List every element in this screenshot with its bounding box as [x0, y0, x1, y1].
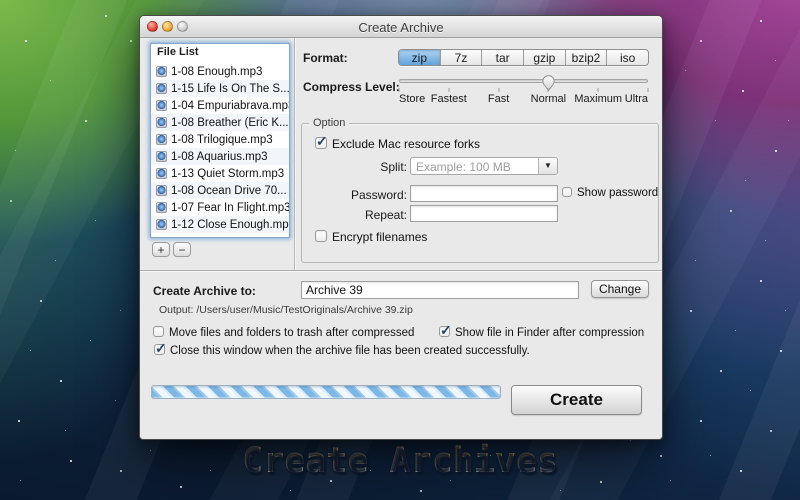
create-button[interactable]: Create	[511, 385, 642, 415]
file-name: 1-08 Aquarius.mp3	[171, 151, 268, 163]
music-file-icon	[156, 100, 167, 111]
change-button[interactable]: Change	[591, 280, 649, 298]
format-label: Format:	[303, 51, 348, 65]
stars-layer-bright	[0, 0, 2, 2]
move-to-trash-checkbox[interactable]	[153, 326, 164, 337]
file-name: 1-08 Breather (Eric K...	[171, 117, 289, 129]
list-item[interactable]: 1-08 Trilogique.mp3	[151, 131, 289, 148]
music-file-icon	[156, 134, 167, 145]
file-list-actions: + −	[152, 242, 191, 257]
list-item[interactable]: 1-08 Aquarius.mp3	[151, 148, 289, 165]
split-dropdown-button[interactable]: ▼	[538, 158, 557, 174]
file-name: 1-13 Quiet Storm.mp3	[171, 168, 284, 180]
file-name: 1-15 Life Is On The S...	[171, 83, 289, 95]
slider-thumb[interactable]	[541, 74, 556, 91]
option-group-title: Option	[309, 117, 349, 129]
chevron-down-icon: ▼	[544, 162, 552, 170]
music-file-icon	[156, 168, 167, 179]
exclude-forks-checkbox[interactable]	[315, 137, 327, 149]
format-segment-7z[interactable]: 7z	[440, 50, 482, 65]
titlebar[interactable]: Create Archive	[140, 16, 662, 38]
compress-level-slider[interactable]: Store Fastest Fast Normal MaximumUltra	[399, 75, 648, 107]
format-segment-gzip[interactable]: gzip	[523, 50, 565, 65]
slider-tick	[498, 88, 499, 92]
repeat-label: Repeat:	[312, 208, 407, 222]
remove-file-button[interactable]: −	[173, 242, 191, 257]
split-placeholder: Example: 100 MB	[411, 158, 538, 174]
list-item[interactable]: 1-15 Life Is On The S...	[151, 80, 289, 97]
format-segment-tar[interactable]: tar	[481, 50, 523, 65]
file-name: 1-08 Enough.mp3	[171, 66, 262, 78]
slider-level-label: Normal	[531, 93, 566, 105]
encrypt-filenames-label: Encrypt filenames	[332, 230, 427, 244]
format-segment-bzip2[interactable]: bzip2	[565, 50, 607, 65]
exclude-forks-label: Exclude Mac resource forks	[332, 137, 480, 151]
move-to-trash-label: Move files and folders to trash after co…	[169, 327, 414, 339]
archive-name-field[interactable]	[301, 281, 579, 299]
app-caption: Create Archives	[242, 441, 558, 481]
split-combobox[interactable]: Example: 100 MB ▼	[410, 157, 558, 175]
slider-tick	[399, 88, 400, 92]
close-window-checkbox[interactable]	[154, 344, 165, 355]
close-window-label: Close this window when the archive file …	[170, 345, 530, 357]
slider-tick	[648, 88, 649, 92]
format-segment-iso[interactable]: iso	[606, 50, 648, 65]
music-file-icon	[156, 83, 167, 94]
output-path: Output: /Users/user/Music/TestOriginals/…	[159, 304, 413, 316]
file-name: 1-12 Close Enough.mp3	[171, 219, 289, 231]
file-list-label: File List	[151, 44, 289, 59]
password-label: Password:	[312, 188, 407, 202]
option-group: Option Exclude Mac resource forks Split:…	[301, 123, 659, 263]
file-name: 1-07 Fear In Flight.mp3	[171, 202, 289, 214]
music-file-icon	[156, 219, 167, 230]
file-name: 1-08 Trilogique.mp3	[171, 134, 273, 146]
slider-level-label: Fastest	[431, 93, 467, 105]
file-list[interactable]: File List 1-08 Enough.mp3 1-15 Life Is On…	[150, 43, 290, 238]
show-password-label: Show password	[577, 187, 658, 199]
vertical-divider	[294, 38, 295, 270]
horizontal-divider	[140, 270, 662, 271]
file-list-items: 1-08 Enough.mp3 1-15 Life Is On The S... 1…	[151, 63, 289, 233]
stars-layer-dim	[0, 0, 1, 1]
slider-level-label: Ultra	[625, 93, 648, 105]
slider-track[interactable]	[399, 79, 648, 83]
password-field[interactable]	[410, 185, 558, 202]
music-file-icon	[156, 151, 167, 162]
format-segmented-control: zip7ztargzipbzip2iso	[398, 49, 649, 66]
destination-label: Create Archive to:	[153, 284, 256, 298]
show-in-finder-checkbox[interactable]	[439, 326, 450, 337]
slider-level-label: Fast	[488, 93, 509, 105]
show-password-checkbox[interactable]	[562, 187, 572, 197]
add-file-button[interactable]: +	[152, 242, 170, 257]
list-item[interactable]: 1-13 Quiet Storm.mp3	[151, 165, 289, 182]
list-item[interactable]: 1-08 Ocean Drive 70...	[151, 182, 289, 199]
list-item[interactable]: 1-08 Breather (Eric K...	[151, 114, 289, 131]
format-segment-zip[interactable]: zip	[399, 50, 440, 65]
slider-level-label: Store	[399, 93, 425, 105]
slider-tick	[598, 88, 599, 92]
encrypt-filenames-checkbox[interactable]	[315, 230, 327, 242]
progress-bar	[151, 385, 501, 399]
split-label: Split:	[312, 160, 407, 174]
list-item[interactable]: 1-04 Empuriabrava.mp3	[151, 97, 289, 114]
list-item[interactable]: 1-07 Fear In Flight.mp3	[151, 199, 289, 216]
slider-level-label: Maximum	[574, 93, 622, 105]
file-name: 1-08 Ocean Drive 70...	[171, 185, 287, 197]
slider-tick	[548, 88, 549, 92]
window-title: Create Archive	[140, 20, 662, 35]
music-file-icon	[156, 117, 167, 128]
create-archive-window: Create Archive File List 1-08 Enough.mp3…	[139, 15, 663, 440]
music-file-icon	[156, 202, 167, 213]
repeat-field[interactable]	[410, 205, 558, 222]
list-item[interactable]: 1-08 Enough.mp3	[151, 63, 289, 80]
file-name: 1-04 Empuriabrava.mp3	[171, 100, 289, 112]
compress-level-label: Compress Level:	[303, 80, 400, 94]
list-item[interactable]: 1-12 Close Enough.mp3	[151, 216, 289, 233]
music-file-icon	[156, 185, 167, 196]
music-file-icon	[156, 66, 167, 77]
slider-tick	[448, 88, 449, 92]
show-in-finder-label: Show file in Finder after compression	[455, 327, 644, 339]
